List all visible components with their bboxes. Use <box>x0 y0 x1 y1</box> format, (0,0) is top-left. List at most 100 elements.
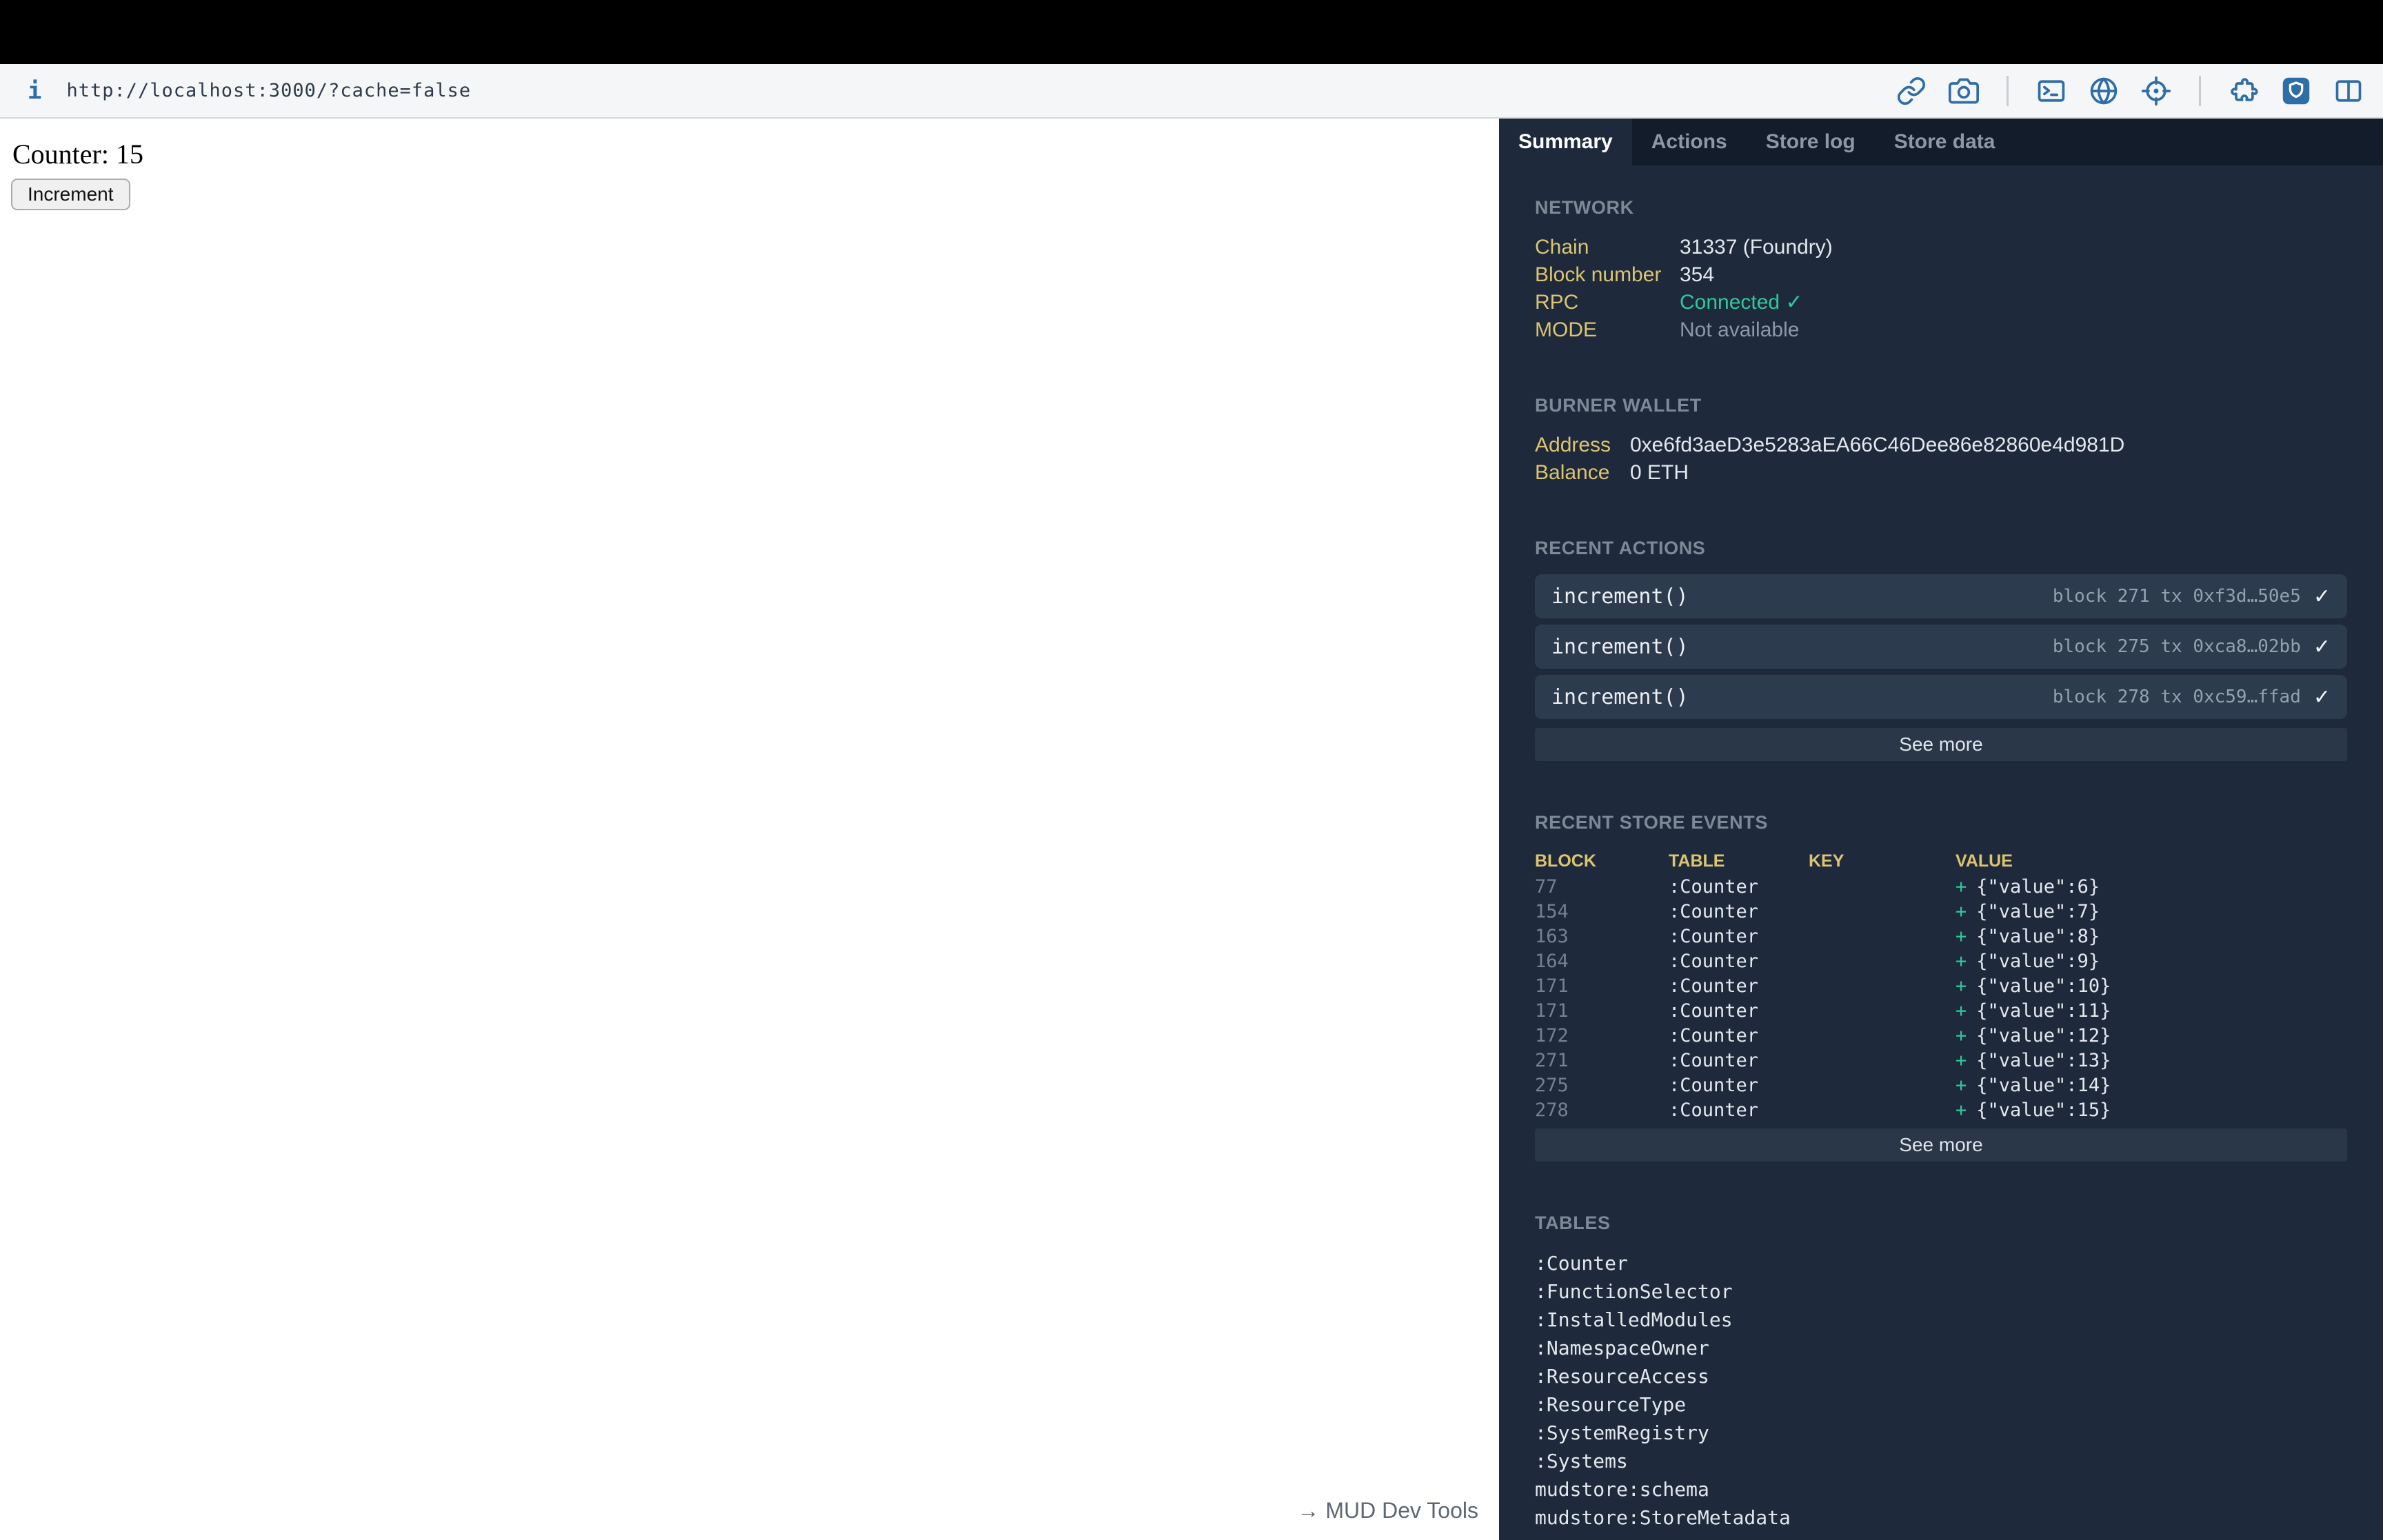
col-header-key: KEY <box>1809 851 1844 871</box>
wallet-address-value: 0xe6fd3aeD3e5283aEA66C46Dee86e82860e4d98… <box>1630 434 2125 456</box>
action-row[interactable]: increment() block 271 tx 0xf3d…50e5 ✓ <box>1535 574 2347 618</box>
table-item: :InstalledModules <box>1535 1308 1733 1331</box>
wallet-balance-value: 0 ETH <box>1630 461 1689 484</box>
event-block: 163 <box>1535 926 1569 947</box>
store-event-row: 163 :Counter + {"value":8} <box>1535 924 2347 949</box>
event-key <box>1809 900 1955 924</box>
split-columns-icon[interactable] <box>2333 76 2364 106</box>
col-header-table: TABLE <box>1669 851 1725 871</box>
store-event-row: 275 :Counter + {"value":14} <box>1535 1073 2347 1098</box>
recent-actions-section: RECENT ACTIONS increment() block 271 tx … <box>1535 538 2347 761</box>
event-value-json: {"value":14} <box>1976 1075 2111 1096</box>
window-top-bar <box>0 0 2383 64</box>
wallet-address-label: Address <box>1535 434 1611 456</box>
table-item: :Systems <box>1535 1450 1628 1472</box>
event-key <box>1809 875 1955 900</box>
network-rpc-value: Connected ✓ <box>1680 291 1803 314</box>
event-value-json: {"value":15} <box>1976 1100 2111 1121</box>
table-item: :NamespaceOwner <box>1535 1337 1709 1359</box>
puzzle-icon[interactable] <box>2229 76 2259 106</box>
tables-section: TABLES :Counter :FunctionSelector :Insta… <box>1535 1213 2347 1532</box>
info-icon[interactable]: i <box>28 77 41 105</box>
plus-icon: + <box>1955 926 1967 947</box>
event-block: 278 <box>1535 1100 1569 1121</box>
col-header-block: BLOCK <box>1535 851 1596 871</box>
event-value-json: {"value":11} <box>1976 1000 2111 1022</box>
action-meta: block 271 tx 0xf3d…50e5 <box>2052 586 2301 607</box>
browser-url-bar: i http://localhost:3000/?cache=false <box>0 64 2383 119</box>
event-table: :Counter <box>1669 876 1759 898</box>
recent-actions-section-title: RECENT ACTIONS <box>1535 538 1706 558</box>
event-block: 271 <box>1535 1050 1569 1071</box>
event-key <box>1809 949 1955 974</box>
event-value: + {"value":11} <box>1955 999 2347 1024</box>
toolbar-separator <box>2199 75 2201 106</box>
event-value: + {"value":15} <box>1955 1098 2347 1123</box>
event-value: + {"value":12} <box>1955 1024 2347 1048</box>
devtools-summary-content: NETWORK Chain 31337 (Foundry) Block numb… <box>1499 165 2383 1540</box>
plus-icon: + <box>1955 1075 1967 1096</box>
store-event-row: 77 :Counter + {"value":6} <box>1535 875 2347 900</box>
plus-icon: + <box>1955 1050 1967 1071</box>
event-value: + {"value":6} <box>1955 875 2347 900</box>
table-item: :SystemRegistry <box>1535 1421 1709 1444</box>
event-block: 164 <box>1535 951 1569 972</box>
table-item: mudstore:schema <box>1535 1478 1709 1501</box>
shield-icon[interactable] <box>2281 76 2311 106</box>
event-block: 77 <box>1535 876 1558 898</box>
camera-icon[interactable] <box>1949 76 1979 106</box>
plus-icon: + <box>1955 901 1967 922</box>
event-value-json: {"value":9} <box>1976 951 2100 972</box>
globe-icon[interactable] <box>2089 76 2119 106</box>
event-value-json: {"value":13} <box>1976 1050 2111 1071</box>
tab-store-data[interactable]: Store data <box>1875 119 2015 165</box>
store-event-row: 278 :Counter + {"value":15} <box>1535 1098 2347 1123</box>
tab-actions[interactable]: Actions <box>1632 119 1747 165</box>
event-value: + {"value":13} <box>1955 1048 2347 1073</box>
toolbar-separator <box>2007 75 2009 106</box>
app-page: Counter: 15 Increment → MUD Dev Tools <box>0 119 1499 1540</box>
event-value: + {"value":9} <box>1955 949 2347 974</box>
event-key <box>1809 1073 1955 1098</box>
burner-wallet-section: BURNER WALLET Address 0xe6fd3aeD3e5283aE… <box>1535 395 2347 487</box>
table-item: :ResourceType <box>1535 1393 1687 1416</box>
event-table: :Counter <box>1669 1025 1759 1046</box>
action-row[interactable]: increment() block 278 tx 0xc59…ffad ✓ <box>1535 675 2347 719</box>
store-events-section: RECENT STORE EVENTS BLOCK TABLE KEY VALU… <box>1535 812 2347 1162</box>
tab-summary[interactable]: Summary <box>1499 119 1632 165</box>
event-block: 154 <box>1535 901 1569 922</box>
network-chain-value: 31337 (Foundry) <box>1680 236 1833 259</box>
store-event-row: 271 :Counter + {"value":13} <box>1535 1048 2347 1073</box>
event-key <box>1809 1024 1955 1048</box>
plus-icon: + <box>1955 951 1967 972</box>
mud-devtools-toggle[interactable]: → MUD Dev Tools <box>1297 1498 1478 1523</box>
event-key <box>1809 924 1955 949</box>
network-mode-label: MODE <box>1535 318 1597 341</box>
check-icon: ✓ <box>2313 635 2331 658</box>
crosshair-icon[interactable] <box>2141 76 2171 106</box>
tables-section-title: TABLES <box>1535 1213 1611 1233</box>
browser-toolbar <box>1896 75 2364 106</box>
event-table: :Counter <box>1669 975 1759 997</box>
events-see-more-button[interactable]: See more <box>1535 1128 2347 1162</box>
actions-see-more-button[interactable]: See more <box>1535 728 2347 761</box>
action-row[interactable]: increment() block 275 tx 0xca8…02bb ✓ <box>1535 625 2347 669</box>
event-value-json: {"value":6} <box>1976 876 2100 898</box>
store-events-header-row: BLOCK TABLE KEY VALUE <box>1535 849 2347 873</box>
event-value: + {"value":7} <box>1955 900 2347 924</box>
store-event-row: 171 :Counter + {"value":11} <box>1535 999 2347 1024</box>
terminal-icon[interactable] <box>2036 76 2067 106</box>
network-block-value: 354 <box>1680 263 1715 286</box>
network-section: NETWORK Chain 31337 (Foundry) Block numb… <box>1535 197 2347 344</box>
action-meta: block 275 tx 0xca8…02bb <box>2052 636 2301 657</box>
event-key <box>1809 1098 1955 1123</box>
network-block-label: Block number <box>1535 263 1662 286</box>
link-icon[interactable] <box>1896 76 1927 106</box>
tab-store-log[interactable]: Store log <box>1747 119 1875 165</box>
event-value: + {"value":8} <box>1955 924 2347 949</box>
action-meta: block 278 tx 0xc59…ffad <box>2052 687 2301 707</box>
url-text[interactable]: http://localhost:3000/?cache=false <box>66 80 471 101</box>
increment-button[interactable]: Increment <box>11 179 130 210</box>
plus-icon: + <box>1955 876 1967 898</box>
event-key <box>1809 974 1955 999</box>
